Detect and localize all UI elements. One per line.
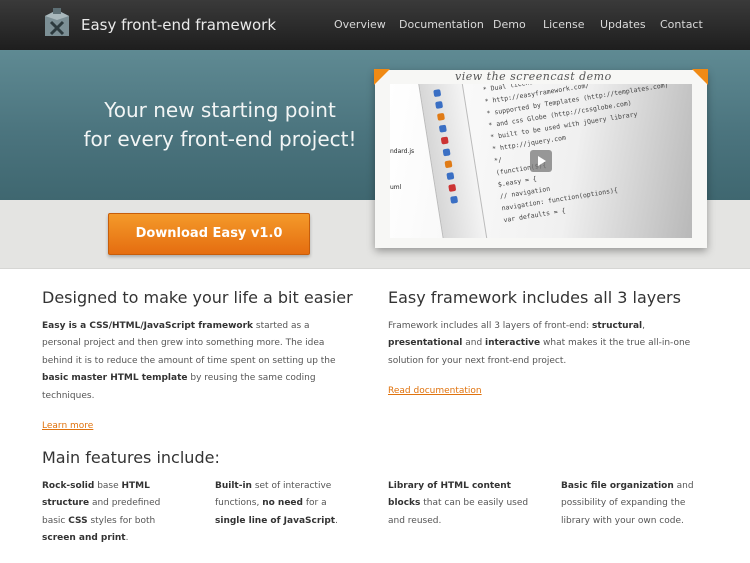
- nav-demo[interactable]: Demo: [493, 18, 526, 31]
- frame-corner-left: [374, 69, 390, 85]
- feature-4: Basic file organization and possibility …: [561, 478, 711, 530]
- logo-icon[interactable]: [42, 8, 72, 38]
- left-heading: Designed to make your life a bit easier: [42, 288, 353, 307]
- download-button[interactable]: Download Easy v1.0: [108, 213, 310, 255]
- file-label: uml: [390, 184, 402, 191]
- code-lines: * Dual licensed: * http://easyframework.…: [482, 84, 692, 226]
- hero-title-line2: for every front-end project!: [83, 127, 357, 151]
- right-bold-1: structural: [591, 321, 643, 331]
- nav-documentation[interactable]: Documentation: [399, 18, 484, 31]
- screencast-caption[interactable]: view the screencast demo: [455, 70, 612, 83]
- play-icon[interactable]: [530, 150, 552, 172]
- feature-4-bold: Basic file organization: [561, 481, 674, 491]
- feature-2-text: for a: [302, 498, 327, 509]
- right-text-d: and: [462, 338, 486, 349]
- feature-2-text: .: [335, 515, 338, 526]
- feature-2: Built-in set of interactive functions, n…: [215, 478, 355, 530]
- feature-1: Rock-solid base HTML structure and prede…: [42, 478, 172, 548]
- right-heading: Easy framework includes all 3 layers: [388, 288, 681, 307]
- feature-2-bold: single line of JavaScript: [215, 515, 336, 526]
- feature-2-bold: no need: [262, 498, 303, 509]
- feature-1-text: base: [94, 481, 122, 491]
- frame-corner-right: [692, 69, 708, 85]
- feature-1-bold: CSS: [68, 515, 88, 526]
- right-text-c: ,: [642, 321, 646, 331]
- file-labels: ndard.js uml: [390, 134, 430, 206]
- left-paragraph: Easy is a CSS/HTML/JavaScript framework …: [42, 318, 350, 405]
- right-paragraph: Framework includes all 3 layers of front…: [388, 318, 708, 370]
- feature-1-bold: screen and print: [42, 533, 126, 544]
- top-header: Easy front-end framework Overview Docume…: [0, 0, 750, 50]
- learn-more-link[interactable]: Learn more: [42, 421, 93, 431]
- left-bold-1: Easy is a CSS/HTML/JavaScript framework: [42, 321, 254, 331]
- read-documentation-link[interactable]: Read documentation: [388, 386, 482, 396]
- right-bold-3: interactive: [485, 338, 541, 349]
- nav-overview[interactable]: Overview: [334, 18, 386, 31]
- right-bold-2: presentational: [388, 338, 463, 349]
- feature-2-bold: Built-in: [215, 481, 252, 491]
- feature-1-bold: Rock-solid: [42, 481, 95, 491]
- feature-1-text: .: [125, 533, 129, 544]
- hero-title: Your new starting point for every front-…: [60, 96, 380, 154]
- file-label: ndard.js: [390, 148, 415, 155]
- left-bold-2: basic master HTML template: [42, 373, 188, 384]
- right-text-a: Framework includes all 3 layers of front…: [388, 321, 592, 331]
- feature-3: Library of HTML content blocks that can …: [388, 478, 538, 530]
- hero-title-line1: Your new starting point: [104, 98, 336, 122]
- nav-updates[interactable]: Updates: [600, 18, 646, 31]
- nav-license[interactable]: License: [543, 18, 584, 31]
- brand-title[interactable]: Easy front-end framework: [81, 16, 276, 34]
- nav-contact[interactable]: Contact: [660, 18, 703, 31]
- feature-1-text: styles for both: [87, 515, 156, 526]
- features-heading: Main features include:: [42, 448, 220, 467]
